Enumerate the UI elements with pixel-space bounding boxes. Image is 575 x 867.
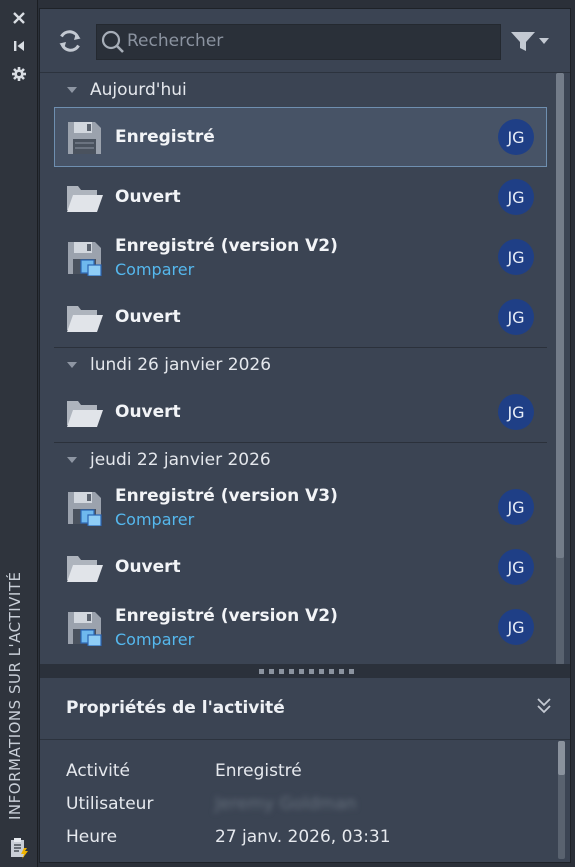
- panel-vertical-title: INFORMATIONS SUR L'ACTIVITÉ: [6, 571, 24, 821]
- clipboard-icon[interactable]: [9, 838, 29, 859]
- activity-title: Enregistré (version V2): [115, 606, 338, 626]
- folder-open-icon: [65, 550, 105, 586]
- toolbar: Rechercher: [40, 9, 570, 73]
- search-input[interactable]: Rechercher: [96, 24, 501, 60]
- activity-group: lundi 26 janvier 2026 Ouvert JG: [40, 348, 555, 443]
- activity-panel: Rechercher Aujourd'hui Enregistré JG Ouvert…: [39, 8, 571, 863]
- activity-title: Ouvert: [115, 187, 181, 207]
- properties-title: Propriétés de l'activité: [66, 698, 285, 718]
- activity-title: Enregistré (version V2): [115, 236, 338, 256]
- properties-scrollbar-thumb[interactable]: [558, 741, 565, 775]
- user-avatar[interactable]: JG: [498, 119, 534, 155]
- activity-row[interactable]: Ouvert JG: [40, 382, 555, 442]
- user-avatar[interactable]: JG: [498, 549, 534, 585]
- property-key: Activité: [66, 761, 130, 781]
- activity-title: Enregistré (version V3): [115, 486, 338, 506]
- property-key: Utilisateur: [66, 794, 154, 814]
- group-label: Aujourd'hui: [90, 80, 187, 100]
- activity-title: Ouvert: [115, 402, 181, 422]
- compare-link[interactable]: Comparer: [115, 630, 194, 649]
- activity-row[interactable]: Enregistré (version V2) Comparer JG: [40, 597, 555, 657]
- group-label: jeudi 22 janvier 2026: [90, 450, 271, 470]
- activity-row[interactable]: Ouvert JG: [40, 537, 555, 597]
- list-scrollbar[interactable]: [556, 73, 564, 665]
- group-label: lundi 26 janvier 2026: [90, 355, 272, 375]
- save-icon: [65, 120, 105, 156]
- user-avatar[interactable]: JG: [498, 489, 534, 525]
- group-header[interactable]: jeudi 22 janvier 2026: [40, 443, 555, 477]
- property-value: 27 janv. 2026, 03:31: [215, 827, 391, 847]
- activity-group: Aujourd'hui Enregistré JG Ouvert JG Enregistr…: [40, 73, 555, 348]
- folder-open-icon: [65, 180, 105, 216]
- list-scrollbar-thumb[interactable]: [556, 73, 564, 558]
- property-value: Jeremy Goldman: [215, 794, 357, 814]
- activity-title: Ouvert: [115, 557, 181, 577]
- compare-link[interactable]: Comparer: [115, 510, 194, 529]
- user-avatar[interactable]: JG: [498, 609, 534, 645]
- property-key: Heure: [66, 827, 118, 847]
- properties-scrollbar[interactable]: [558, 741, 565, 859]
- group-header[interactable]: lundi 26 janvier 2026: [40, 348, 555, 382]
- user-avatar[interactable]: JG: [498, 299, 534, 335]
- compare-link[interactable]: Comparer: [115, 260, 194, 279]
- splitter-grip[interactable]: [259, 669, 354, 674]
- collapse-chevron-icon[interactable]: [534, 695, 554, 717]
- activity-list: Aujourd'hui Enregistré JG Ouvert JG Enregistr…: [40, 73, 555, 668]
- close-icon[interactable]: [9, 8, 29, 28]
- user-avatar[interactable]: JG: [498, 179, 534, 215]
- activity-row[interactable]: Ouvert JG: [40, 167, 555, 227]
- properties-header[interactable]: Propriétés de l'activité: [40, 679, 570, 740]
- settings-icon[interactable]: [9, 64, 29, 84]
- folder-open-icon: [65, 395, 105, 431]
- folder-open-icon: [65, 300, 105, 336]
- save-compare-icon: [65, 490, 105, 527]
- activity-row[interactable]: Enregistré (version V3) Comparer JG: [40, 477, 555, 537]
- panel-splitter[interactable]: [40, 664, 570, 678]
- filter-icon: [511, 32, 549, 51]
- activity-group: jeudi 22 janvier 2026 Enregistré (version…: [40, 443, 555, 657]
- collapse-triangle-icon[interactable]: [67, 362, 77, 368]
- activity-row[interactable]: Enregistré JG: [40, 107, 555, 167]
- user-avatar[interactable]: JG: [498, 239, 534, 275]
- user-avatar[interactable]: JG: [498, 394, 534, 430]
- collapse-triangle-icon[interactable]: [67, 87, 77, 93]
- group-header[interactable]: Aujourd'hui: [40, 73, 555, 107]
- activity-title: Ouvert: [115, 307, 181, 327]
- search-placeholder: Rechercher: [127, 31, 224, 51]
- activity-row[interactable]: Ouvert JG: [40, 287, 555, 347]
- pin-icon[interactable]: [9, 36, 29, 56]
- side-strip: INFORMATIONS SUR L'ACTIVITÉ: [0, 0, 38, 867]
- save-compare-icon: [65, 240, 105, 277]
- refresh-icon[interactable]: [56, 27, 84, 55]
- activity-row[interactable]: Enregistré (version V2) Comparer JG: [40, 227, 555, 287]
- properties-section: Propriétés de l'activité Activité Enregi…: [40, 679, 570, 862]
- property-value: Enregistré: [215, 761, 302, 781]
- activity-title: Enregistré: [115, 127, 215, 147]
- save-compare-icon: [65, 610, 105, 647]
- search-icon: [101, 30, 124, 53]
- activity-panel-window: INFORMATIONS SUR L'ACTIVITÉ Rechercher A…: [0, 0, 575, 867]
- filter-dropdown[interactable]: [510, 30, 554, 54]
- collapse-triangle-icon[interactable]: [67, 457, 77, 463]
